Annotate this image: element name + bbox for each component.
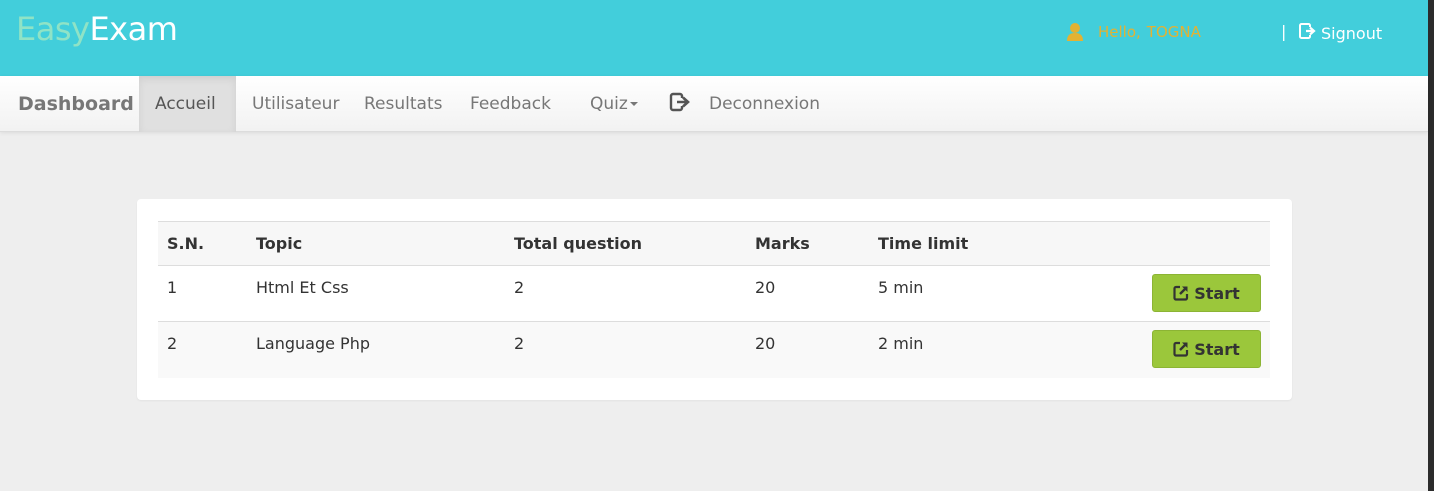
column-header-sn: S.N. [167,234,205,253]
cell-action: Start [1143,322,1270,378]
greeting-text: Hello, [1098,23,1141,41]
nav-item-feedback[interactable]: Feedback [454,76,567,132]
signout-label: Signout [1321,23,1383,43]
column-header-topic: Topic [256,234,303,253]
cell-total-question: 2 [514,334,525,353]
user-icon [1066,22,1084,42]
logo[interactable]: EasyExam [16,10,178,48]
cell-topic: Language Php [256,334,370,353]
nav-item-label: Deconnexion [709,94,820,114]
external-link-icon [1173,341,1189,357]
logo-exam: Exam [89,10,178,48]
cell-time-limit: 2 min [878,334,924,353]
column-header-total-question: Total question [514,234,643,253]
cell-sn: 2 [167,334,178,353]
user-greeting: Hello, TOGNA [1066,22,1201,42]
nav-item-label: Quiz [590,94,628,114]
header: EasyExam Hello, TOGNA | Signout [0,0,1428,76]
header-separator: | [1281,22,1287,41]
column-header-time-limit: Time limit [878,234,969,253]
start-button[interactable]: Start [1152,274,1261,312]
cell-marks: 20 [755,278,776,297]
cell-sn: 1 [167,278,178,297]
page: EasyExam Hello, TOGNA | Signout Dashboar… [0,0,1428,491]
nav-item-label: Accueil [155,94,216,114]
nav-item-utilisateur[interactable]: Utilisateur [236,76,355,132]
nav-item-resultats[interactable]: Resultats [348,76,458,132]
nav-item-label: Resultats [364,94,443,114]
quiz-table: S.N. Topic Total question Marks Time lim… [158,221,1270,378]
cell-time-limit: 5 min [878,278,924,297]
start-button-label: Start [1194,283,1240,303]
quiz-panel: S.N. Topic Total question Marks Time lim… [137,199,1292,400]
start-button-label: Start [1194,339,1240,359]
cell-marks: 20 [755,334,776,353]
nav-item-label: Utilisateur [252,94,340,114]
caret-down-icon [629,102,638,106]
table-header-row: S.N. Topic Total question Marks Time lim… [158,221,1270,266]
nav-item-deconnexion[interactable]: Deconnexion [653,76,836,132]
column-header-marks: Marks [755,234,810,253]
external-link-icon [1173,285,1189,301]
cell-action: Start [1143,266,1270,322]
navbar: Dashboard Accueil Utilisateur Resultats … [0,76,1428,132]
table-row: 2 Language Php 2 20 2 min Start [158,321,1270,378]
column-header-action [1143,222,1270,266]
table-row: 1 Html Et Css 2 20 5 min Start [158,265,1270,322]
logout-icon [669,91,691,118]
nav-brand[interactable]: Dashboard [18,93,134,115]
signout-link[interactable]: Signout [1299,22,1382,44]
start-button[interactable]: Start [1152,330,1261,368]
nav-item-accueil[interactable]: Accueil [139,76,236,132]
cell-total-question: 2 [514,278,525,297]
nav-item-quiz-dropdown[interactable]: Quiz [574,76,654,132]
cell-topic: Html Et Css [256,278,349,297]
nav-item-label: Feedback [470,94,551,114]
signout-icon [1299,22,1317,44]
logo-easy: Easy [16,10,90,48]
username: TOGNA [1146,23,1201,41]
